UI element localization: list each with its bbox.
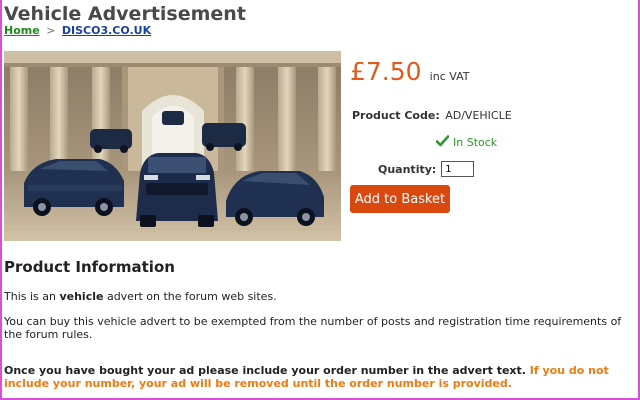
info-paragraph-1: This is an vehicle advert on the forum w… <box>4 290 624 303</box>
product-code-label: Product Code: <box>352 109 440 122</box>
quantity-input[interactable] <box>441 161 475 177</box>
check-icon <box>435 135 450 150</box>
product-image[interactable] <box>4 51 341 241</box>
product-code-value: AD/VEHICLE <box>445 109 512 122</box>
stock-status: In Stock <box>435 135 498 150</box>
info-paragraph-2: You can buy this vehicle advert to be ex… <box>4 315 622 341</box>
breadcrumb-home-link[interactable]: Home <box>4 24 40 37</box>
breadcrumb-separator: > <box>46 24 56 37</box>
product-information-heading: Product Information <box>4 258 175 276</box>
quantity-label: Quantity: <box>378 162 437 176</box>
price: £7.50 inc VAT <box>350 57 469 86</box>
product-code: Product Code: AD/VEHICLE <box>352 109 512 122</box>
price-vat-label: inc VAT <box>429 70 470 83</box>
stock-status-text: In Stock <box>453 136 498 149</box>
info-paragraph-3: Once you have bought your ad please incl… <box>4 364 636 390</box>
price-amount: £7.50 <box>350 57 422 86</box>
quantity: Quantity: <box>378 161 475 177</box>
info-p1-bold: vehicle <box>59 290 104 303</box>
breadcrumb: Home > DISCO3.CO.UK <box>4 24 151 38</box>
breadcrumb-site-link[interactable]: DISCO3.CO.UK <box>62 24 151 37</box>
info-p3-bold: Once you have bought your ad please incl… <box>4 364 526 377</box>
page-title: Vehicle Advertisement <box>4 3 246 25</box>
info-p1-after: advert on the forum web sites. <box>103 290 277 303</box>
add-to-basket-button[interactable]: Add to Basket <box>350 185 450 213</box>
info-p1-before: This is an <box>4 290 60 303</box>
